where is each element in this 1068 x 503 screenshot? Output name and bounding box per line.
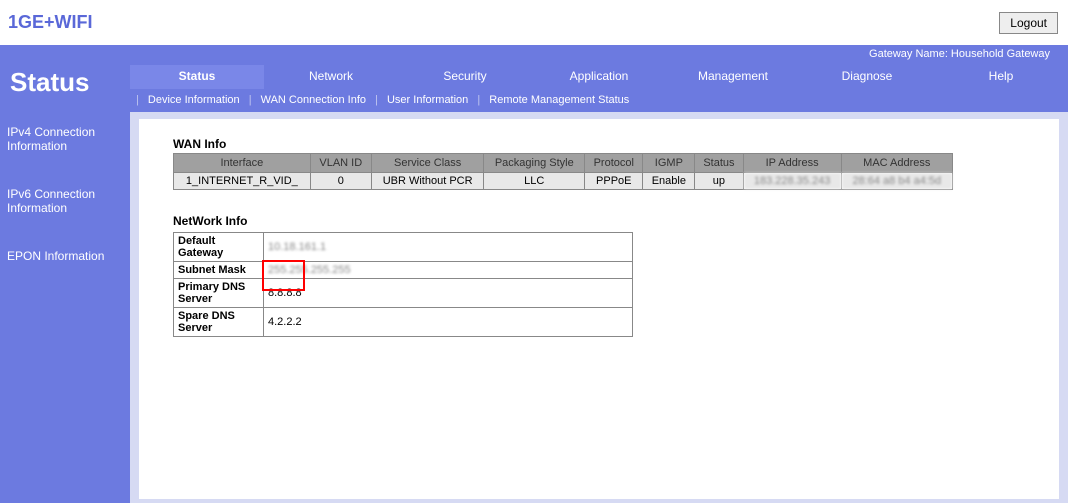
wan-info-table: Interface VLAN ID Service Class Packagin…	[173, 153, 953, 190]
tab-network[interactable]: Network	[264, 65, 398, 89]
tab-application[interactable]: Application	[532, 65, 666, 89]
label-primary-dns: Primary DNS Server	[174, 279, 264, 308]
cell-vlan: 0	[310, 173, 371, 190]
subtab-device-info[interactable]: Device Information	[142, 94, 246, 106]
cell-proto: PPPoE	[585, 173, 643, 190]
value-subnet: 255.255.255.255	[264, 262, 633, 279]
wan-info-title: WAN Info	[173, 137, 1025, 151]
top-tabs: Status Network Security Application Mana…	[130, 65, 1068, 89]
value-spare-dns: 4.2.2.2	[264, 308, 633, 337]
content-area: WAN Info Interface VLAN ID Service Class…	[139, 119, 1059, 499]
row-primary-dns: Primary DNS Server 8.8.8.8	[174, 279, 633, 308]
row-subnet: Subnet Mask 255.255.255.255	[174, 262, 633, 279]
subtab-wan-conn[interactable]: WAN Connection Info	[255, 94, 372, 106]
gateway-name-bar: Gateway Name: Household Gateway	[130, 45, 1068, 65]
sidebar-item-epon[interactable]: EPON Information	[0, 241, 130, 271]
row-default-gw: Default Gateway 10.18.161.1	[174, 233, 633, 262]
label-spare-dns: Spare DNS Server	[174, 308, 264, 337]
cell-ip: 183.228.35.243	[743, 173, 841, 190]
sub-tabs: | Device Information | WAN Connection In…	[130, 89, 1068, 112]
col-vlan: VLAN ID	[310, 154, 371, 173]
wan-data-row: 1_INTERNET_R_VID_ 0 UBR Without PCR LLC …	[174, 173, 953, 190]
label-default-gw: Default Gateway	[174, 233, 264, 262]
tab-help[interactable]: Help	[934, 65, 1068, 89]
label-subnet: Subnet Mask	[174, 262, 264, 279]
col-service: Service Class	[371, 154, 484, 173]
cell-interface: 1_INTERNET_R_VID_	[174, 173, 311, 190]
value-default-gw: 10.18.161.1	[264, 233, 633, 262]
subtab-remote-mgmt[interactable]: Remote Management Status	[483, 94, 635, 106]
cell-pkg: LLC	[484, 173, 585, 190]
sidebar-item-ipv6[interactable]: IPv6 Connection Information	[0, 179, 130, 223]
col-igmp: IGMP	[643, 154, 695, 173]
network-info-title: NetWork Info	[173, 214, 1025, 228]
col-proto: Protocol	[585, 154, 643, 173]
sidebar: Status IPv4 Connection Information IPv6 …	[0, 45, 130, 503]
tab-status[interactable]: Status	[130, 65, 264, 89]
tab-diagnose[interactable]: Diagnose	[800, 65, 934, 89]
cell-status: up	[695, 173, 743, 190]
cell-igmp: Enable	[643, 173, 695, 190]
value-primary-dns: 8.8.8.8	[264, 279, 633, 308]
col-mac: MAC Address	[841, 154, 952, 173]
col-interface: Interface	[174, 154, 311, 173]
logout-button[interactable]: Logout	[999, 12, 1058, 34]
cell-mac: 28:64 a8 b4 a4:5d	[841, 173, 952, 190]
sidebar-title: Status	[0, 45, 130, 117]
cell-service: UBR Without PCR	[371, 173, 484, 190]
col-ip: IP Address	[743, 154, 841, 173]
network-info-table: Default Gateway 10.18.161.1 Subnet Mask …	[173, 232, 633, 337]
tab-security[interactable]: Security	[398, 65, 532, 89]
brand-logo: 1GE+WIFI	[8, 12, 93, 33]
sidebar-item-ipv4[interactable]: IPv4 Connection Information	[0, 117, 130, 161]
row-spare-dns: Spare DNS Server 4.2.2.2	[174, 308, 633, 337]
tab-management[interactable]: Management	[666, 65, 800, 89]
col-pkg: Packaging Style	[484, 154, 585, 173]
col-status: Status	[695, 154, 743, 173]
subtab-user-info[interactable]: User Information	[381, 94, 474, 106]
wan-header-row: Interface VLAN ID Service Class Packagin…	[174, 154, 953, 173]
